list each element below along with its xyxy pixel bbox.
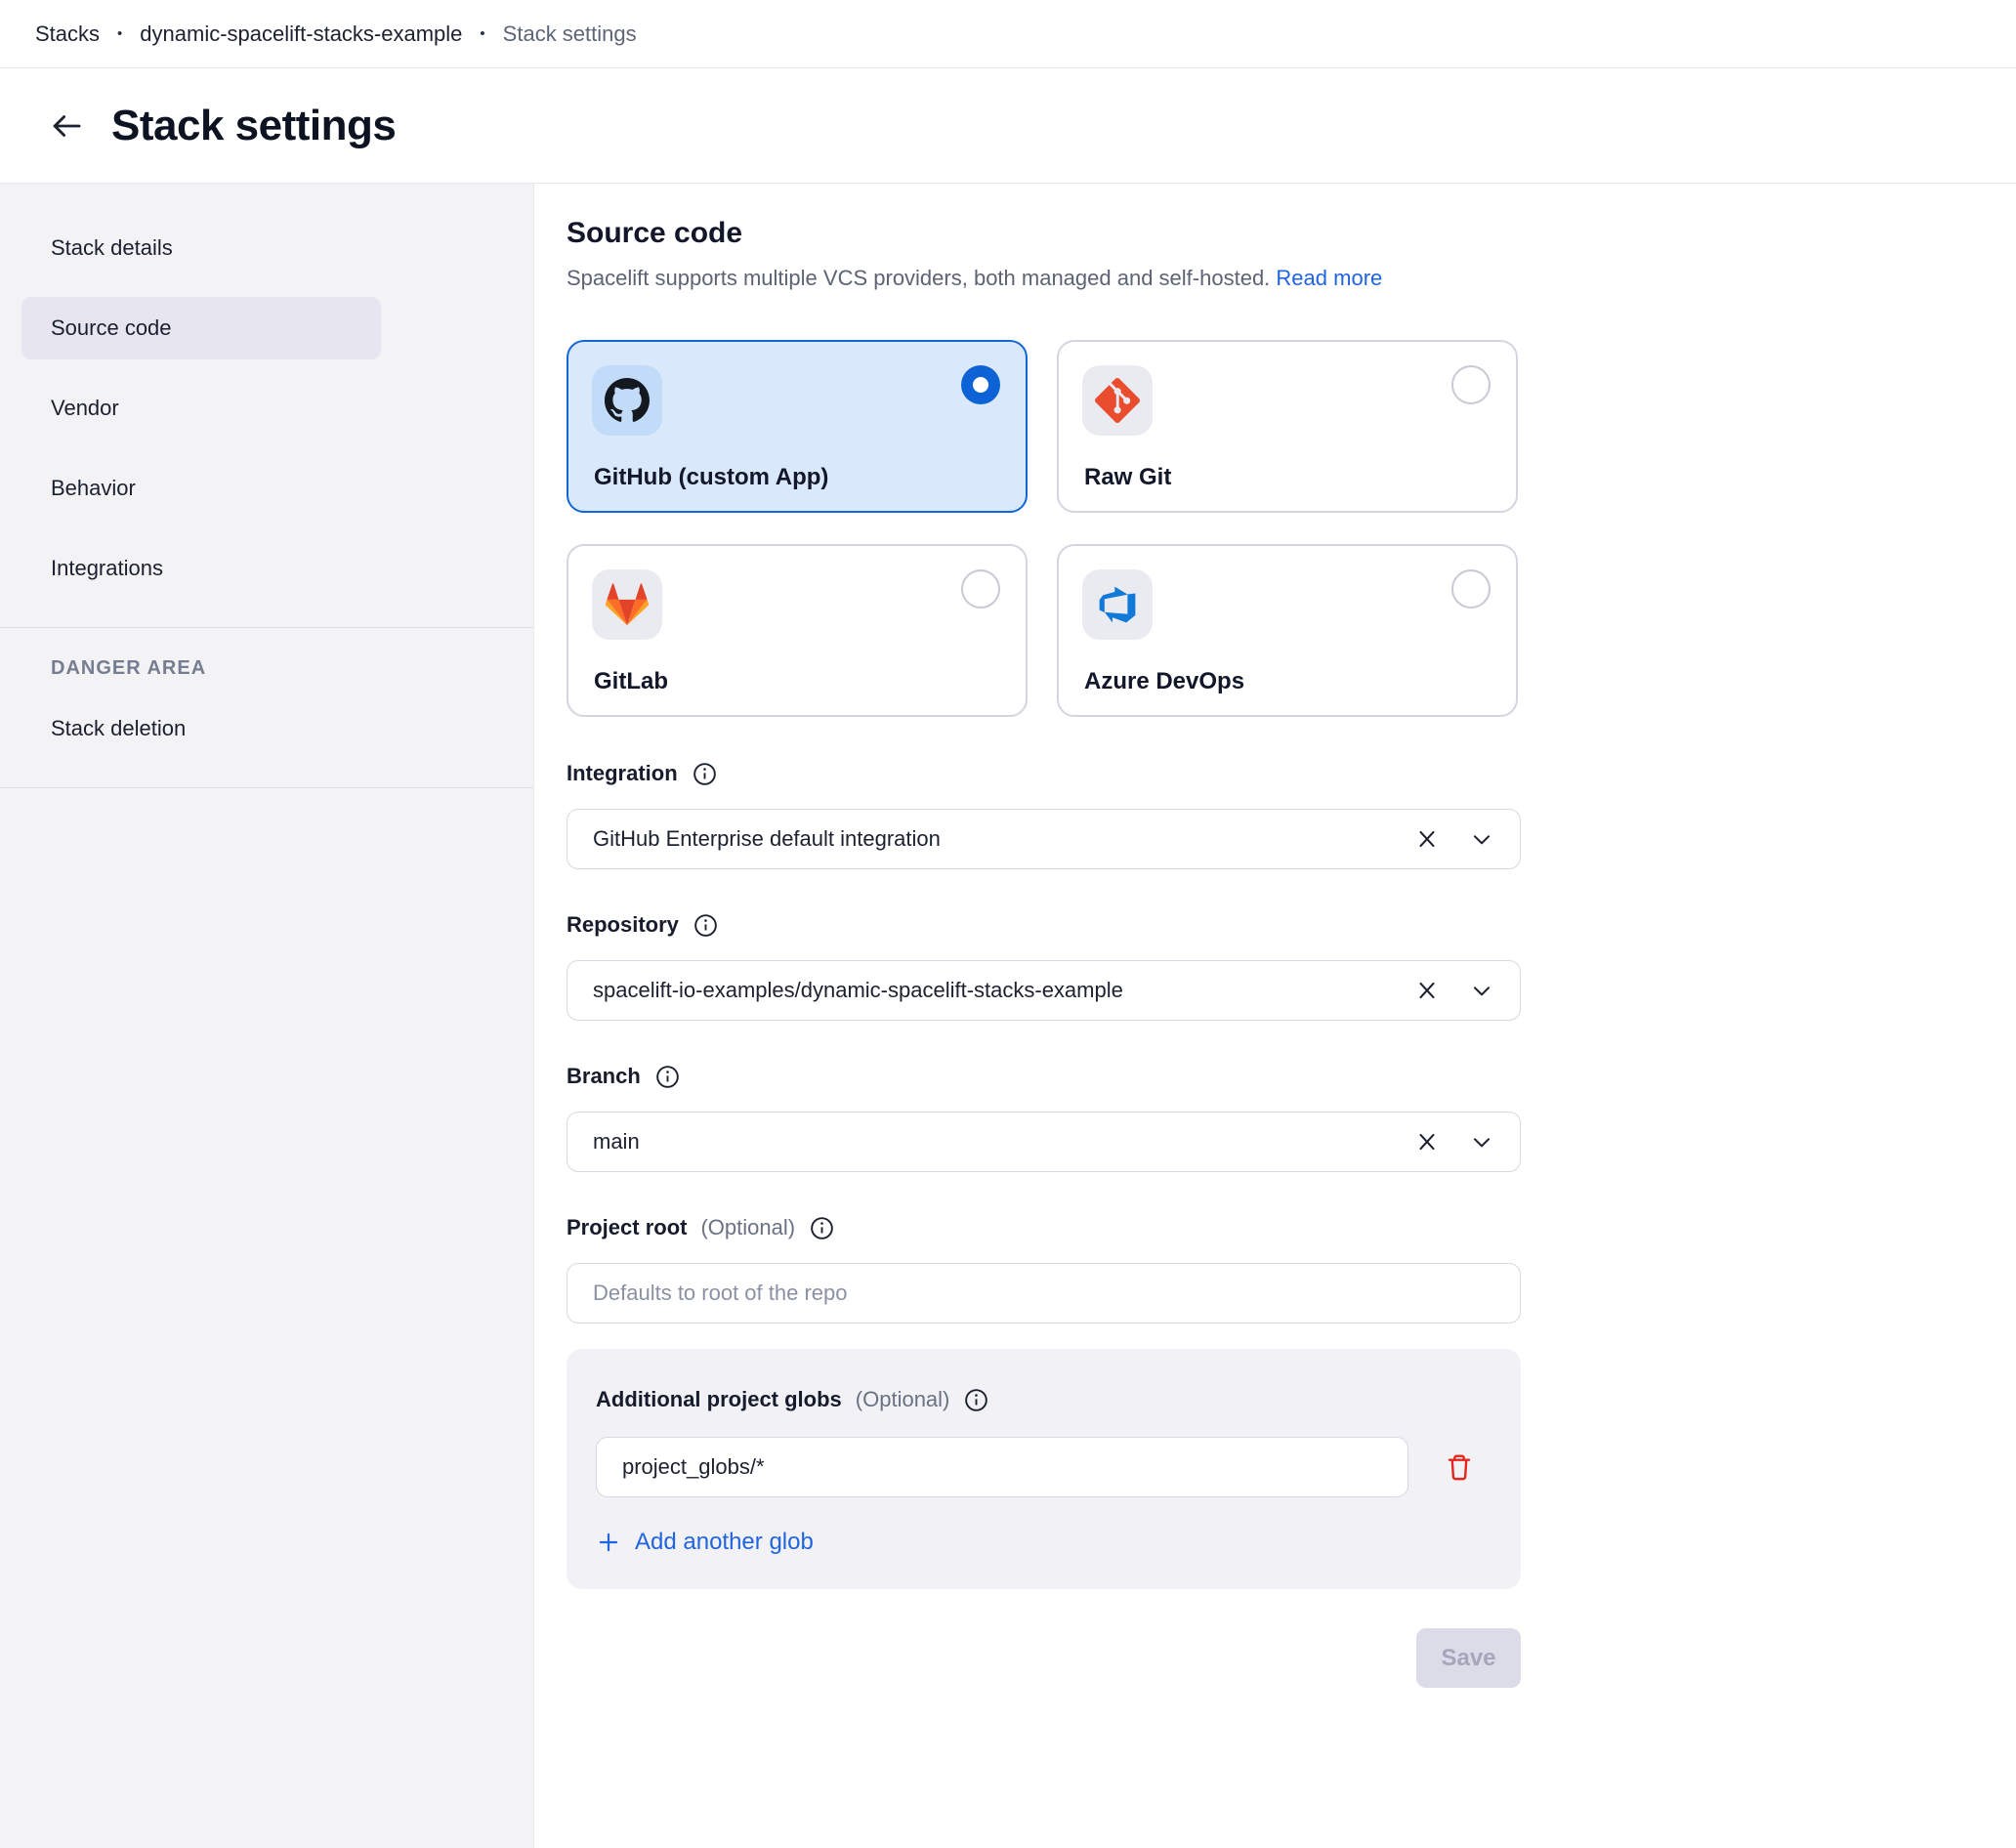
project-globs-label: Additional project globs — [596, 1386, 842, 1413]
sidebar-item-vendor[interactable]: Vendor — [21, 377, 381, 440]
chevron-down-icon[interactable] — [1469, 1129, 1494, 1155]
git-icon — [1082, 365, 1153, 436]
branch-select[interactable]: main — [567, 1112, 1521, 1172]
provider-card-raw-git[interactable]: Raw Git — [1057, 340, 1518, 513]
branch-field-group: Branch main — [567, 1063, 1521, 1172]
provider-card-gitlab[interactable]: GitLab — [567, 544, 1028, 717]
section-title: Source code — [567, 217, 1521, 250]
repository-select[interactable]: spacelift-io-examples/dynamic-spacelift-… — [567, 960, 1521, 1021]
project-root-field-group: Project root (Optional) — [567, 1214, 1521, 1323]
danger-area-heading: DANGER AREA — [0, 657, 533, 690]
add-glob-label: Add another glob — [635, 1529, 814, 1556]
sidebar-item-stack-deletion[interactable]: Stack deletion — [21, 697, 381, 760]
danger-area-section: DANGER AREA Stack deletion — [0, 627, 533, 788]
glob-input[interactable] — [596, 1437, 1408, 1497]
optional-tag: (Optional) — [700, 1214, 795, 1241]
vcs-provider-cards: GitHub (custom App) Raw Git — [567, 340, 1521, 717]
provider-label: GitLab — [594, 668, 668, 695]
plus-icon — [596, 1530, 621, 1555]
optional-tag: (Optional) — [856, 1386, 950, 1413]
breadcrumb-separator: • — [117, 25, 122, 42]
sidebar-item-integrations[interactable]: Integrations — [21, 537, 381, 600]
sidebar-item-source-code[interactable]: Source code — [21, 297, 381, 359]
breadcrumb-stack-name[interactable]: dynamic-spacelift-stacks-example — [140, 21, 462, 47]
repository-field-group: Repository spacelift-io-examples/dynamic… — [567, 911, 1521, 1021]
project-root-label: Project root — [567, 1214, 687, 1241]
subtitle-text: Spacelift supports multiple VCS provider… — [567, 266, 1270, 290]
info-icon[interactable] — [692, 761, 718, 787]
azure-devops-icon — [1082, 569, 1153, 640]
integration-label: Integration — [567, 760, 678, 787]
glob-entry-row — [596, 1437, 1491, 1497]
back-arrow-icon[interactable] — [47, 106, 86, 146]
radio-gitlab[interactable] — [961, 569, 1000, 609]
delete-glob-trash-icon[interactable] — [1444, 1451, 1475, 1483]
provider-card-azure-devops[interactable]: Azure DevOps — [1057, 544, 1518, 717]
breadcrumb-stacks[interactable]: Stacks — [35, 21, 100, 47]
sidebar-nav: Stack details Source code Vendor Behavio… — [0, 184, 533, 627]
info-icon[interactable] — [654, 1064, 681, 1090]
integration-value: GitHub Enterprise default integration — [593, 826, 1414, 852]
breadcrumb-separator: • — [480, 25, 484, 42]
sidebar-item-stack-details[interactable]: Stack details — [21, 217, 381, 279]
read-more-link[interactable]: Read more — [1276, 266, 1382, 290]
clear-icon[interactable] — [1414, 1129, 1440, 1155]
settings-sidebar: Stack details Source code Vendor Behavio… — [0, 184, 534, 1848]
chevron-down-icon[interactable] — [1469, 978, 1494, 1003]
integration-select[interactable]: GitHub Enterprise default integration — [567, 809, 1521, 869]
sidebar-item-behavior[interactable]: Behavior — [21, 457, 381, 520]
gitlab-icon — [592, 569, 662, 640]
info-icon[interactable] — [809, 1215, 835, 1241]
branch-value: main — [593, 1129, 1414, 1155]
branch-label: Branch — [567, 1063, 641, 1090]
breadcrumb: Stacks • dynamic-spacelift-stacks-exampl… — [0, 0, 2016, 68]
radio-azure-devops[interactable] — [1451, 569, 1491, 609]
project-globs-panel: Additional project globs (Optional) — [567, 1349, 1521, 1589]
radio-github-selected[interactable] — [961, 365, 1000, 404]
chevron-down-icon[interactable] — [1469, 826, 1494, 852]
main-panel: Source code Spacelift supports multiple … — [534, 184, 2016, 1848]
info-icon[interactable] — [693, 912, 719, 939]
repository-value: spacelift-io-examples/dynamic-spacelift-… — [593, 978, 1414, 1003]
provider-card-github[interactable]: GitHub (custom App) — [567, 340, 1028, 513]
repository-label: Repository — [567, 911, 679, 939]
page-header: Stack settings — [0, 68, 2016, 184]
save-button[interactable]: Save — [1416, 1628, 1521, 1688]
page-title: Stack settings — [111, 102, 396, 150]
radio-raw-git[interactable] — [1451, 365, 1491, 404]
integration-field-group: Integration GitHub Enterprise default in… — [567, 760, 1521, 869]
provider-label: GitHub (custom App) — [594, 464, 828, 491]
info-icon[interactable] — [963, 1387, 989, 1413]
provider-label: Raw Git — [1084, 464, 1171, 491]
clear-icon[interactable] — [1414, 978, 1440, 1003]
section-subtitle: Spacelift supports multiple VCS provider… — [567, 266, 1521, 291]
add-another-glob-link[interactable]: Add another glob — [596, 1529, 814, 1556]
provider-label: Azure DevOps — [1084, 668, 1244, 695]
project-root-input[interactable] — [567, 1263, 1521, 1323]
clear-icon[interactable] — [1414, 826, 1440, 852]
breadcrumb-current-page: Stack settings — [503, 21, 637, 47]
github-icon — [592, 365, 662, 436]
